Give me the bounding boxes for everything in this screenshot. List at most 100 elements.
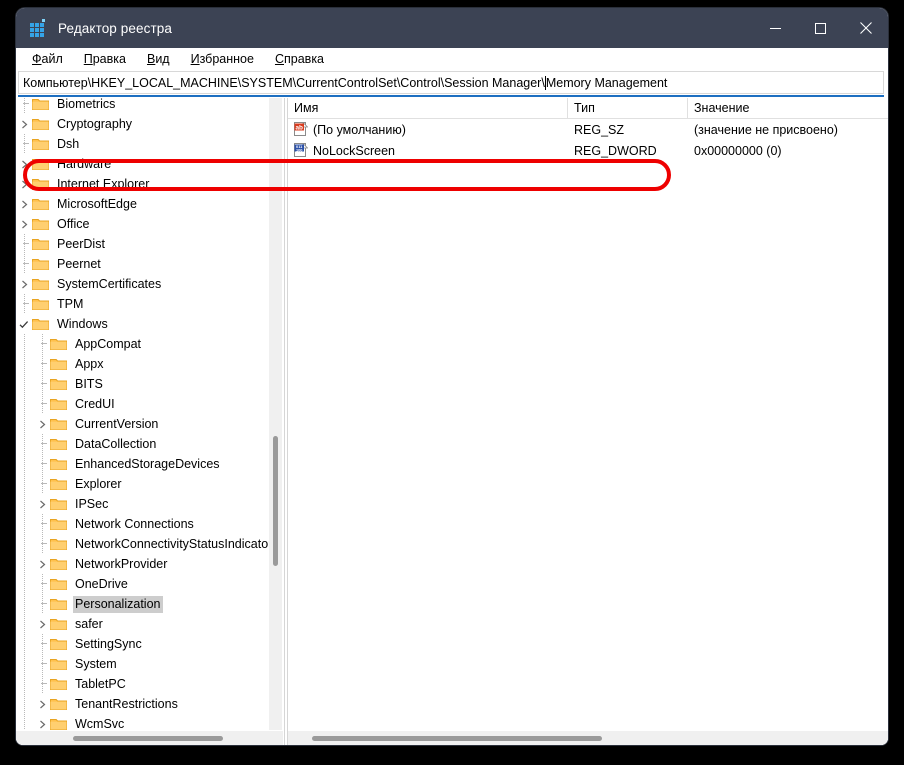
column-header-type[interactable]: Тип [568, 98, 688, 118]
chevron-right-icon[interactable] [16, 194, 32, 214]
tree-item-biometrics[interactable]: Biometrics [16, 98, 283, 114]
tree-item-peernet[interactable]: Peernet [16, 254, 283, 274]
tree-indent-spacer [16, 414, 34, 434]
tree-item-settingsync[interactable]: SettingSync [16, 634, 283, 654]
chevron-right-icon[interactable] [16, 114, 32, 134]
tree-vertical-scrollbar[interactable] [269, 98, 282, 730]
tree-item-networkconnectivitystatusindicator[interactable]: NetworkConnectivityStatusIndicator [16, 534, 283, 554]
value-row[interactable]: ab (По умолчанию) REG_SZ (значение не присв… [288, 119, 888, 140]
chevron-right-icon[interactable] [16, 174, 32, 194]
tree-guide-line [42, 334, 43, 354]
binary-value-icon: 011 100 [294, 143, 308, 158]
tree-item-microsoftedge[interactable]: MicrosoftEdge [16, 194, 283, 214]
tree-item-bits[interactable]: BITS [16, 374, 283, 394]
tree-item-network-connections[interactable]: Network Connections [16, 514, 283, 534]
chevron-right-icon[interactable] [34, 694, 50, 714]
tree-indent-spacer [16, 554, 34, 574]
tree-guide-line [24, 98, 25, 114]
editor-body: Biometrics Cryptography Dsh Hardware Interne… [16, 98, 888, 745]
tree-item-system[interactable]: System [16, 654, 283, 674]
value-data-cell: 0x00000000 (0) [694, 143, 782, 158]
tree-item-currentversion[interactable]: CurrentVersion [16, 414, 283, 434]
chevron-right-icon[interactable] [34, 414, 50, 434]
tree-item-internet-explorer[interactable]: Internet Explorer [16, 174, 283, 194]
tree-guide-line [24, 594, 25, 614]
menu-file-label: айл [41, 52, 63, 66]
column-header-name[interactable]: Имя [288, 98, 568, 118]
address-focus-underline [18, 95, 884, 97]
menu-favorites-accel: И [190, 52, 200, 66]
value-name-label: NoLockScreen [313, 143, 395, 158]
tree-item-enhancedstoragedevices[interactable]: EnhancedStorageDevices [16, 454, 283, 474]
tree-leaf-connector [34, 474, 50, 494]
value-row[interactable]: 011 100 NoLockScreen REG_DWORD 0x00000000 (0… [288, 140, 888, 161]
tree-item-label: Appx [75, 356, 104, 371]
tree-item-hardware[interactable]: Hardware [16, 154, 283, 174]
folder-icon [32, 217, 49, 231]
tree-guide-line [24, 294, 25, 314]
chevron-right-icon[interactable] [16, 154, 32, 174]
close-button[interactable] [843, 8, 888, 48]
tree-indent-spacer [16, 394, 34, 414]
tree-item-safer[interactable]: safer [16, 614, 283, 634]
values-horizontal-scrollbar-thumb[interactable] [312, 736, 602, 741]
tree-item-windows[interactable]: Windows [16, 314, 283, 334]
tree-leaf-connector [34, 654, 50, 674]
tree-item-credui[interactable]: CredUI [16, 394, 283, 414]
chevron-right-icon[interactable] [34, 554, 50, 574]
tree-item-label: Explorer [75, 476, 122, 491]
tree-horizontal-scrollbar-thumb[interactable] [73, 736, 223, 741]
address-bar-area: Компьютер\HKEY_LOCAL_MACHINE\SYSTEM\Curr… [16, 70, 888, 98]
menu-favorites[interactable]: Избранное [191, 52, 254, 66]
folder-icon [32, 277, 49, 291]
tree-item-label: Network Connections [75, 516, 194, 531]
tree-item-datacollection[interactable]: DataCollection [16, 434, 283, 454]
tree-item-peerdist[interactable]: PeerDist [16, 234, 283, 254]
tree-guide-line [42, 654, 43, 674]
tree-guide-line [24, 654, 25, 674]
window-controls [753, 8, 888, 48]
menu-help[interactable]: Справка [275, 52, 324, 66]
menu-edit[interactable]: Правка [84, 52, 126, 66]
menu-file[interactable]: Файл [32, 52, 63, 66]
address-text-before-caret: Компьютер\HKEY_LOCAL_MACHINE\SYSTEM\Curr… [23, 75, 545, 90]
chevron-right-icon[interactable] [34, 714, 50, 730]
tree-item-tenantrestrictions[interactable]: TenantRestrictions [16, 694, 283, 714]
tree-item-systemcertificates[interactable]: SystemCertificates [16, 274, 283, 294]
values-horizontal-scrollbar[interactable] [288, 730, 888, 745]
tree-item-tabletpc[interactable]: TabletPC [16, 674, 283, 694]
tree-item-cryptography[interactable]: Cryptography [16, 114, 283, 134]
column-header-value[interactable]: Значение [688, 98, 888, 118]
tree-horizontal-scrollbar[interactable] [16, 730, 283, 745]
chevron-down-icon[interactable] [16, 314, 32, 334]
tree-item-office[interactable]: Office [16, 214, 283, 234]
tree-item-label: IPSec [75, 496, 109, 511]
folder-icon [50, 537, 67, 551]
tree-item-explorer[interactable]: Explorer [16, 474, 283, 494]
maximize-button[interactable] [798, 8, 843, 48]
chevron-right-icon[interactable] [34, 494, 50, 514]
tree-item-appx[interactable]: Appx [16, 354, 283, 374]
value-type-cell: REG_DWORD [574, 143, 657, 158]
tree-item-wcmsvc[interactable]: WcmSvc [16, 714, 283, 730]
tree-item-appcompat[interactable]: AppCompat [16, 334, 283, 354]
tree-item-networkprovider[interactable]: NetworkProvider [16, 554, 283, 574]
tree-item-personalization[interactable]: Personalization [16, 594, 283, 614]
value-name-cell: ab (По умолчанию) [288, 122, 568, 137]
address-input[interactable]: Компьютер\HKEY_LOCAL_MACHINE\SYSTEM\Curr… [18, 71, 884, 94]
tree-item-onedrive[interactable]: OneDrive [16, 574, 283, 594]
tree-vertical-scrollbar-thumb[interactable] [273, 436, 278, 566]
chevron-right-icon[interactable] [16, 214, 32, 234]
chevron-right-icon[interactable] [34, 614, 50, 634]
chevron-right-icon[interactable] [16, 274, 32, 294]
folder-icon [50, 577, 67, 591]
tree-item-dsh[interactable]: Dsh [16, 134, 283, 154]
value-name-label: (По умолчанию) [313, 122, 406, 137]
menu-bar: Файл Правка Вид Избранное Справка [16, 48, 888, 70]
tree-item-tpm[interactable]: TPM [16, 294, 283, 314]
tree-item-ipsec[interactable]: IPSec [16, 494, 283, 514]
tree-item-label: WcmSvc [75, 716, 125, 731]
folder-icon [32, 137, 49, 151]
minimize-button[interactable] [753, 8, 798, 48]
menu-view[interactable]: Вид [147, 52, 170, 66]
